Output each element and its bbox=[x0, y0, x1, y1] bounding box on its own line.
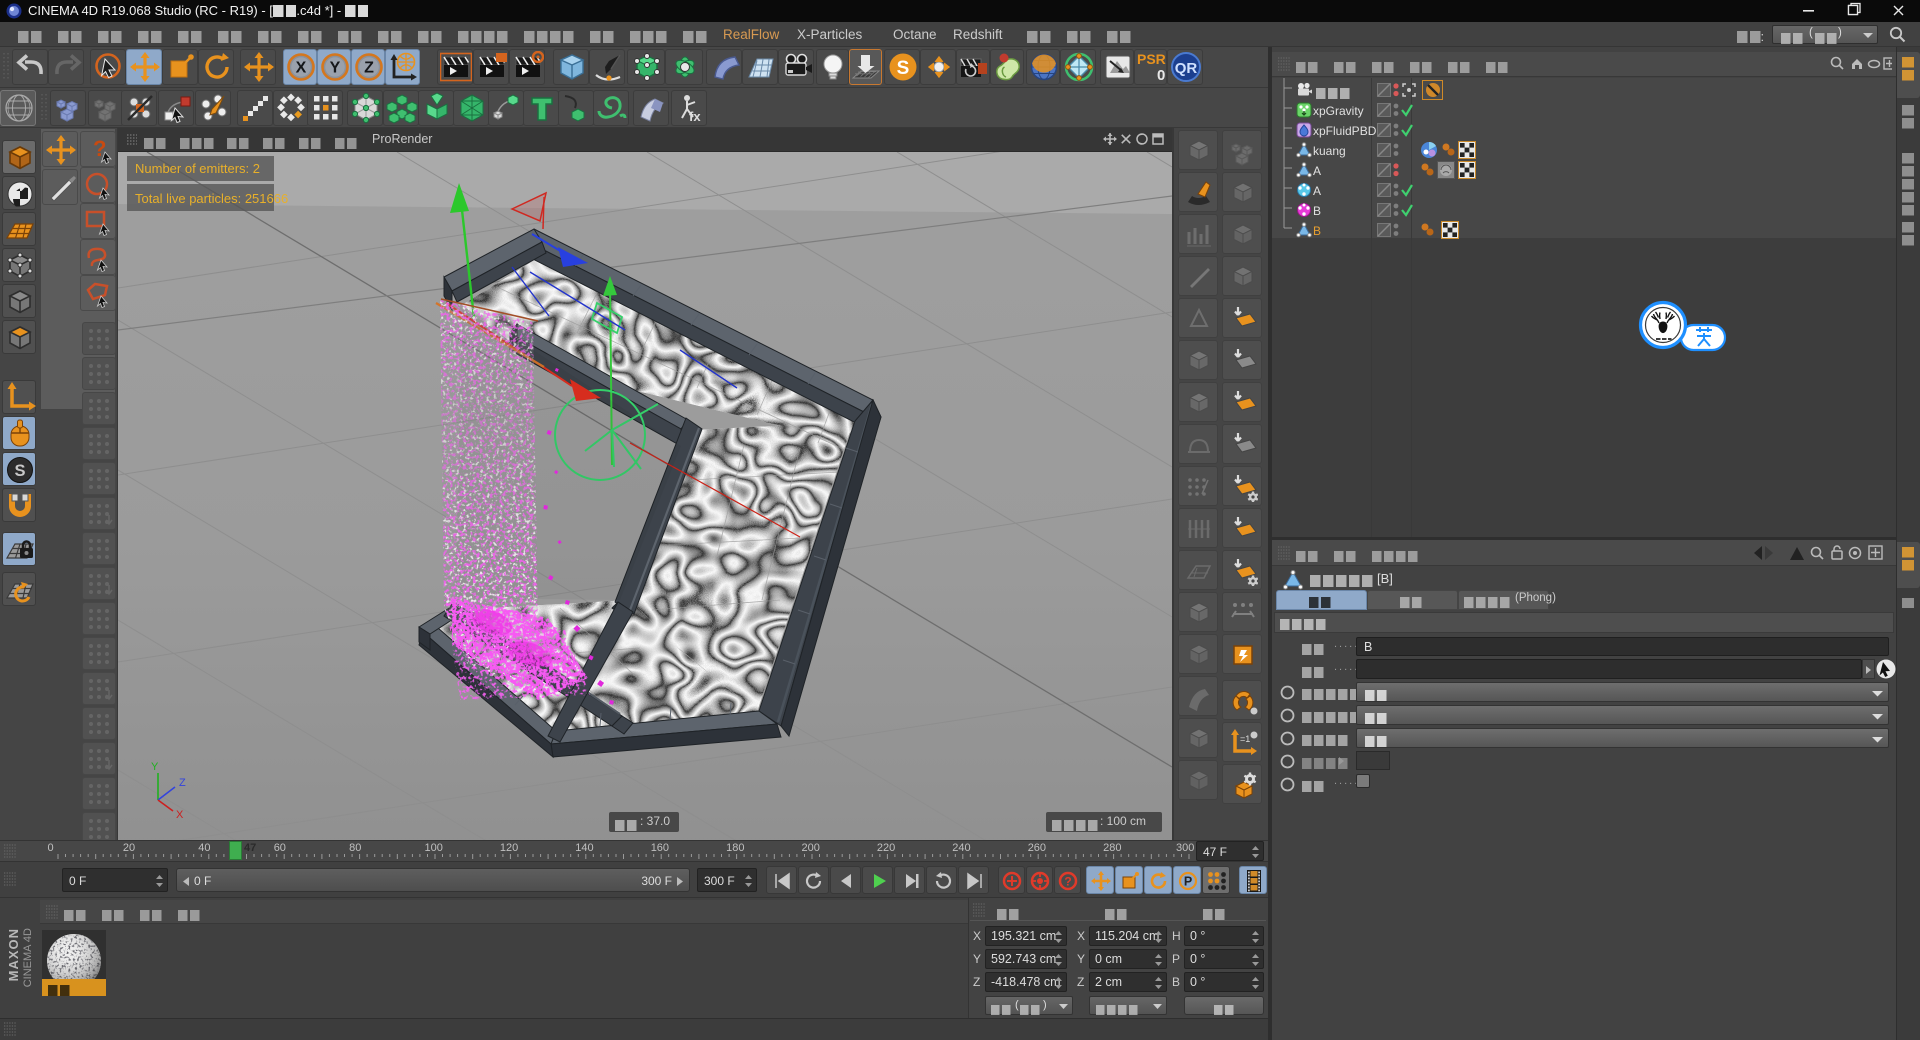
svg-text:PSR: PSR bbox=[1137, 51, 1166, 67]
svg-text:fx: fx bbox=[689, 109, 701, 124]
svg-text:S: S bbox=[897, 58, 910, 79]
svg-text:Total live particles: 251666: Total live particles: 251666 bbox=[135, 191, 288, 206]
svg-text:X: X bbox=[296, 60, 307, 77]
svg-text:=1: =1 bbox=[1240, 734, 1250, 744]
svg-text:X: X bbox=[176, 809, 184, 821]
svg-text:0: 0 bbox=[1157, 67, 1165, 83]
svg-text:Y: Y bbox=[151, 761, 159, 773]
svg-text:S: S bbox=[14, 462, 25, 480]
svg-text:Z: Z bbox=[179, 777, 186, 789]
svg-text:?: ? bbox=[1064, 875, 1071, 889]
svg-text:QR: QR bbox=[1175, 60, 1198, 77]
svg-text:P: P bbox=[1184, 875, 1192, 889]
svg-text:Y: Y bbox=[330, 60, 341, 77]
svg-text:Number of emitters: 2: Number of emitters: 2 bbox=[135, 161, 260, 176]
svg-text:Z: Z bbox=[364, 60, 374, 77]
